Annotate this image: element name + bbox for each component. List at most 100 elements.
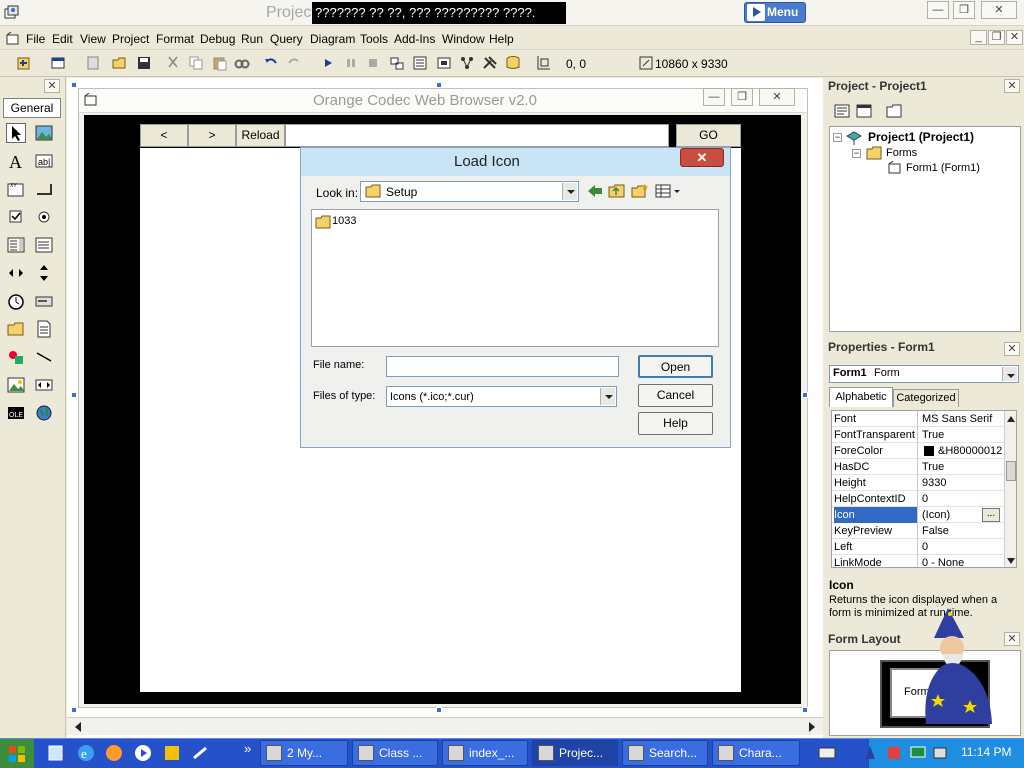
- view-code-icon[interactable]: [834, 103, 850, 122]
- menu-button[interactable]: Menu: [744, 2, 806, 23]
- forward-button[interactable]: >: [188, 124, 236, 147]
- wizard-tray-icon[interactable]: [862, 745, 878, 764]
- tab-alphabetic[interactable]: Alphabetic: [829, 387, 893, 407]
- form1-close-button[interactable]: ✕: [759, 88, 795, 106]
- vscrollbar-tool-icon[interactable]: [34, 263, 54, 283]
- cancel-button[interactable]: Cancel: [638, 384, 713, 407]
- look-in-dropdown[interactable]: Setup: [360, 181, 579, 202]
- redo-icon[interactable]: [286, 55, 302, 71]
- chevron-down-icon[interactable]: [600, 388, 615, 405]
- url-input[interactable]: [285, 124, 669, 147]
- property-value[interactable]: 9330: [922, 475, 1004, 491]
- properties-panel-close-button[interactable]: ✕: [1004, 342, 1020, 356]
- project-panel-close-button[interactable]: ✕: [1004, 79, 1020, 93]
- toolbox-close-button[interactable]: ✕: [44, 79, 60, 93]
- run-start-icon[interactable]: [320, 55, 336, 71]
- property-value[interactable]: MS Sans Serif: [922, 411, 1004, 427]
- toolbox-icon[interactable]: [482, 55, 498, 71]
- add-form-icon[interactable]: [50, 55, 66, 71]
- list-item[interactable]: 1033: [314, 214, 362, 230]
- toggle-folders-icon[interactable]: [886, 103, 902, 122]
- tree-project-root[interactable]: Project1 (Project1): [868, 130, 974, 144]
- back-arrow-icon[interactable]: [586, 183, 604, 202]
- quicklaunch-media-icon[interactable]: [133, 743, 153, 766]
- menu-run[interactable]: Run: [241, 32, 263, 46]
- mdi-close-button[interactable]: ✕: [1006, 30, 1023, 45]
- image-tool-icon[interactable]: [6, 375, 26, 395]
- menu-view[interactable]: View: [80, 32, 106, 46]
- listbox-tool-icon[interactable]: [34, 235, 54, 255]
- quicklaunch-explorer-icon[interactable]: [46, 743, 66, 766]
- quicklaunch-tool-icon[interactable]: [191, 743, 211, 766]
- close-button[interactable]: ✕: [981, 1, 1017, 19]
- find-icon[interactable]: [234, 55, 250, 71]
- tray-app-icon[interactable]: [886, 745, 902, 764]
- property-value[interactable]: True: [922, 459, 1004, 475]
- ellipsis-button[interactable]: ...: [982, 508, 1000, 522]
- copy-icon[interactable]: [188, 55, 204, 71]
- minimize-button[interactable]: —: [927, 1, 949, 19]
- optionbutton-tool-icon[interactable]: [34, 207, 54, 227]
- property-value[interactable]: False: [922, 523, 1004, 539]
- menu-editor-icon[interactable]: [85, 55, 101, 71]
- form1-minimize-button[interactable]: —: [703, 88, 725, 106]
- scroll-right-icon[interactable]: [807, 721, 817, 736]
- menu-window[interactable]: Window: [442, 32, 485, 46]
- property-row[interactable]: Left 0: [832, 539, 1004, 555]
- back-button[interactable]: <: [140, 124, 188, 147]
- start-button[interactable]: [0, 739, 34, 768]
- pointer-tool[interactable]: [6, 123, 26, 143]
- view-menu-icon[interactable]: [655, 183, 681, 202]
- menu-debug[interactable]: Debug: [200, 32, 235, 46]
- collapse-forms-icon[interactable]: −: [852, 149, 861, 158]
- property-row[interactable]: Font MS Sans Serif: [832, 411, 1004, 427]
- object-selector[interactable]: Form1 Form: [829, 365, 1019, 383]
- chevron-down-icon[interactable]: [562, 183, 577, 200]
- scroll-down-icon[interactable]: [1006, 555, 1016, 567]
- tree-forms-folder[interactable]: Forms: [886, 147, 917, 159]
- checkbox-tool-icon[interactable]: [6, 207, 26, 227]
- scroll-up-icon[interactable]: [1006, 413, 1016, 427]
- menu-query[interactable]: Query: [270, 32, 303, 46]
- quicklaunch-ie-icon[interactable]: e: [76, 743, 96, 766]
- paste-icon[interactable]: [212, 55, 228, 71]
- tab-categorized[interactable]: Categorized: [893, 389, 959, 407]
- task-button[interactable]: Chara...: [712, 740, 800, 766]
- new-folder-icon[interactable]: [631, 183, 649, 202]
- add-project-icon[interactable]: [16, 55, 32, 71]
- shape-tool-icon[interactable]: [6, 347, 26, 367]
- property-value[interactable]: &H80000012: [922, 443, 1004, 459]
- commandbutton-tool-icon[interactable]: [34, 179, 54, 199]
- property-row[interactable]: KeyPreview False: [832, 523, 1004, 539]
- dialog-close-button[interactable]: ✕: [680, 148, 724, 167]
- vb-app-icon[interactable]: [4, 4, 20, 20]
- menu-edit[interactable]: Edit: [52, 32, 73, 46]
- drivelistbox-tool-icon[interactable]: [34, 291, 54, 311]
- file-list[interactable]: 1033: [311, 209, 719, 347]
- open-button[interactable]: Open: [638, 355, 713, 378]
- form-menu-icon[interactable]: [6, 31, 20, 49]
- chevron-down-icon[interactable]: [1002, 367, 1017, 381]
- task-button[interactable]: Search...: [622, 740, 708, 766]
- property-value[interactable]: 0: [922, 491, 1004, 507]
- open-project-icon[interactable]: [112, 55, 128, 71]
- toolbox-general-tab[interactable]: General: [3, 98, 61, 118]
- resize-handle-nw[interactable]: [71, 82, 77, 88]
- menu-help[interactable]: Help: [489, 32, 514, 46]
- scroll-left-icon[interactable]: [73, 721, 83, 736]
- quicklaunch-paint-icon[interactable]: [162, 743, 182, 766]
- end-icon[interactable]: [365, 55, 381, 71]
- menu-format[interactable]: Format: [156, 32, 194, 46]
- property-row[interactable]: HasDC True: [832, 459, 1004, 475]
- restore-button[interactable]: ❐: [953, 1, 975, 19]
- property-row[interactable]: ForeColor &H80000012: [832, 443, 1004, 459]
- property-row[interactable]: FontTransparent True: [832, 427, 1004, 443]
- wizard-agent-image[interactable]: [918, 604, 998, 728]
- tree-form1-item[interactable]: Form1 (Form1): [906, 162, 980, 174]
- property-value[interactable]: 0: [922, 539, 1004, 555]
- menu-diagram[interactable]: Diagram: [310, 32, 355, 46]
- combobox-tool-icon[interactable]: [6, 235, 26, 255]
- resize-handle-se[interactable]: [802, 707, 808, 713]
- help-button[interactable]: Help: [638, 412, 713, 435]
- property-value[interactable]: 0 - None: [922, 555, 1004, 567]
